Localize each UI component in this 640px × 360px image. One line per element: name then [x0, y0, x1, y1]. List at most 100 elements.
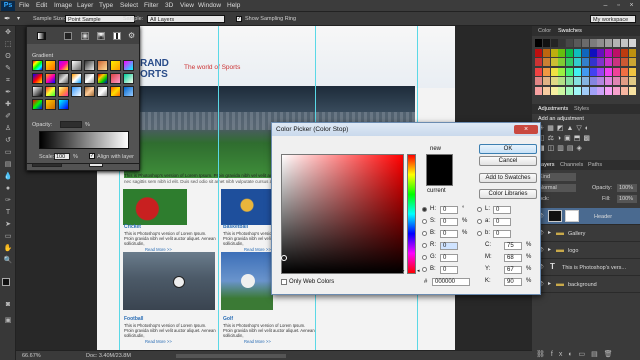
color-swatch[interactable] — [628, 67, 636, 76]
color-swatch[interactable] — [581, 48, 589, 57]
crop-tool-icon[interactable]: ⌗ — [3, 76, 13, 85]
color-swatch[interactable] — [558, 86, 566, 95]
layer-row-gallery[interactable]: 👁 ▸ ▬ Gallery — [532, 225, 640, 242]
color-swatch[interactable] — [628, 86, 636, 95]
color-swatch[interactable] — [550, 58, 558, 66]
color-swatch[interactable] — [628, 39, 636, 47]
color-swatch[interactable] — [550, 67, 558, 76]
gradient-swatch[interactable] — [45, 99, 56, 110]
color-swatch[interactable] — [620, 39, 628, 47]
shape-tool-icon[interactable]: ▭ — [3, 232, 13, 241]
color-swatch[interactable] — [628, 48, 636, 57]
gradient-swatch[interactable] — [97, 60, 108, 71]
color-swatch[interactable] — [558, 77, 566, 85]
align-checkbox[interactable]: ✓ — [89, 153, 95, 159]
gradient-swatch[interactable] — [123, 86, 134, 97]
saturation-brightness-field[interactable] — [281, 154, 404, 274]
color-swatch[interactable] — [535, 39, 542, 47]
gradient-swatch[interactable] — [45, 86, 56, 97]
color-swatch[interactable] — [535, 77, 542, 85]
gradient-swatch[interactable] — [123, 60, 134, 71]
h-field[interactable]: 0 — [440, 206, 458, 214]
gradient-swatch[interactable] — [110, 73, 121, 84]
color-swatch[interactable] — [605, 77, 613, 85]
color-swatch[interactable] — [613, 39, 620, 47]
color-swatch[interactable] — [558, 48, 566, 57]
color-swatch[interactable] — [574, 39, 581, 47]
eyedropper-icon[interactable]: ✒ — [4, 14, 11, 23]
menu-help[interactable]: Help — [227, 2, 240, 9]
sample-select[interactable]: All Layers — [147, 15, 225, 23]
color-swatch[interactable] — [574, 67, 581, 76]
menu-view[interactable]: View — [180, 2, 194, 9]
color-swatch[interactable] — [542, 77, 550, 85]
menu-image[interactable]: Image — [54, 2, 72, 9]
adjustment-icons-row3[interactable]: ◨◫▥▤◈ — [538, 144, 585, 152]
m-field[interactable]: 68 — [504, 254, 522, 262]
gradient-swatch[interactable] — [58, 60, 69, 71]
minimize-icon[interactable]: – — [600, 1, 611, 10]
s-radio[interactable] — [422, 219, 427, 224]
color-swatch[interactable] — [558, 58, 566, 66]
color-swatch[interactable] — [597, 77, 605, 85]
marquee-tool-icon[interactable]: ⬚ — [3, 40, 13, 49]
blue-field[interactable]: 0 — [440, 266, 458, 274]
color-swatch[interactable] — [597, 39, 605, 47]
blur-tool-icon[interactable]: 💧 — [3, 172, 13, 181]
pen-tool-icon[interactable]: ✑ — [3, 196, 13, 205]
color-swatch[interactable] — [597, 48, 605, 57]
g-radio[interactable] — [422, 255, 427, 260]
ok-button[interactable]: OK — [479, 144, 537, 154]
adjustment-icons-row1[interactable]: ☀▦◩▲▽◐ — [538, 124, 592, 132]
gear-icon[interactable]: ⚙ — [128, 31, 135, 40]
color-swatch[interactable] — [613, 77, 620, 85]
color-swatch[interactable] — [566, 67, 574, 76]
read-more-football[interactable]: Read More >> — [145, 339, 172, 344]
dialog-close-icon[interactable]: × — [514, 125, 538, 134]
color-swatch[interactable] — [613, 58, 620, 66]
color-swatch[interactable] — [589, 86, 597, 95]
color-swatch[interactable] — [628, 58, 636, 66]
type-tool-icon[interactable]: T — [3, 208, 13, 217]
b-field[interactable]: 0 — [440, 230, 458, 238]
gradient-swatch[interactable] — [45, 60, 56, 71]
gradient-swatch[interactable] — [32, 99, 43, 110]
screen-mode-icon[interactable]: ▣ — [3, 316, 13, 325]
color-swatch[interactable] — [574, 77, 581, 85]
menu-select[interactable]: Select — [120, 2, 138, 9]
layer-row-background[interactable]: 👁 ▸ ▬ background — [532, 276, 640, 293]
color-swatch[interactable] — [613, 48, 620, 57]
path-select-tool-icon[interactable]: ➤ — [3, 220, 13, 229]
gradient-swatch[interactable] — [71, 86, 82, 97]
menu-file[interactable]: File — [19, 2, 29, 9]
menu-filter[interactable]: Filter — [144, 2, 158, 9]
a-radio[interactable] — [477, 219, 482, 224]
color-swatch[interactable] — [581, 58, 589, 66]
color-swatch[interactable] — [542, 58, 550, 66]
color-swatch[interactable] — [574, 58, 581, 66]
reflected-gradient-icon[interactable] — [113, 32, 121, 40]
color-swatch[interactable] — [581, 39, 589, 47]
color-swatch[interactable] — [558, 67, 566, 76]
layer-row-text[interactable]: 👁 T This is Photoshop's vers... — [532, 259, 640, 276]
gradient-swatch[interactable] — [110, 60, 121, 71]
maximize-icon[interactable]: ▫ — [613, 1, 624, 10]
add-to-swatches-button[interactable]: Add to Swatches — [479, 173, 537, 183]
color-swatch[interactable] — [550, 48, 558, 57]
color-swatch[interactable] — [535, 58, 542, 66]
tab-swatches[interactable]: Swatches — [558, 28, 582, 34]
layer-actions-bar[interactable]: ⛓fx◐▭▤🗑 — [536, 350, 619, 358]
menu-edit[interactable]: Edit — [36, 2, 47, 9]
k-field[interactable]: 90 — [504, 278, 522, 286]
color-swatch[interactable] — [613, 67, 620, 76]
dodge-tool-icon[interactable]: ● — [3, 184, 13, 193]
tab-paths[interactable]: Paths — [588, 162, 602, 168]
tab-color[interactable]: Color — [538, 28, 551, 34]
color-swatch[interactable] — [620, 77, 628, 85]
color-swatch[interactable] — [535, 48, 542, 57]
g-field[interactable]: 0 — [440, 254, 458, 262]
layer-row-header[interactable]: 👁 Header — [532, 208, 640, 225]
gradient-swatch[interactable] — [71, 73, 82, 84]
color-swatch[interactable] — [605, 48, 613, 57]
gradient-swatch[interactable] — [58, 73, 69, 84]
